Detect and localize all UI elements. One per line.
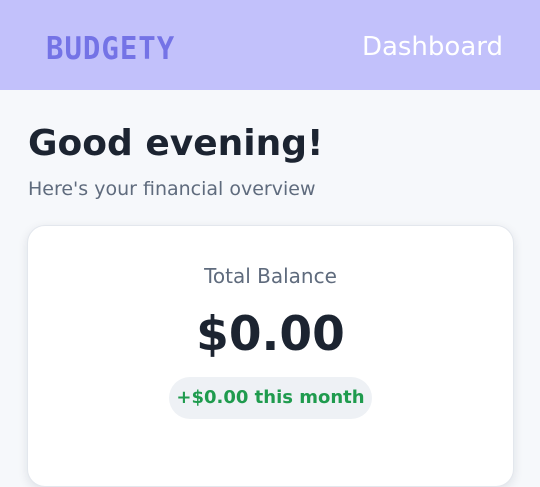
dashboard-nav-link[interactable]: Dashboard xyxy=(362,30,503,64)
total-balance-card: Total Balance $0.00 +$0.00 this month xyxy=(27,225,514,487)
total-balance-label: Total Balance xyxy=(204,264,337,288)
total-balance-amount: $0.00 xyxy=(196,307,345,362)
overview-subtitle: Here's your financial overview xyxy=(28,178,316,200)
greeting-heading: Good evening! xyxy=(28,123,324,164)
top-app-bar: BUDGETY Dashboard xyxy=(0,0,540,90)
monthly-change-badge: +$0.00 this month xyxy=(169,377,372,419)
brand-logo[interactable]: BUDGETY xyxy=(46,29,175,68)
